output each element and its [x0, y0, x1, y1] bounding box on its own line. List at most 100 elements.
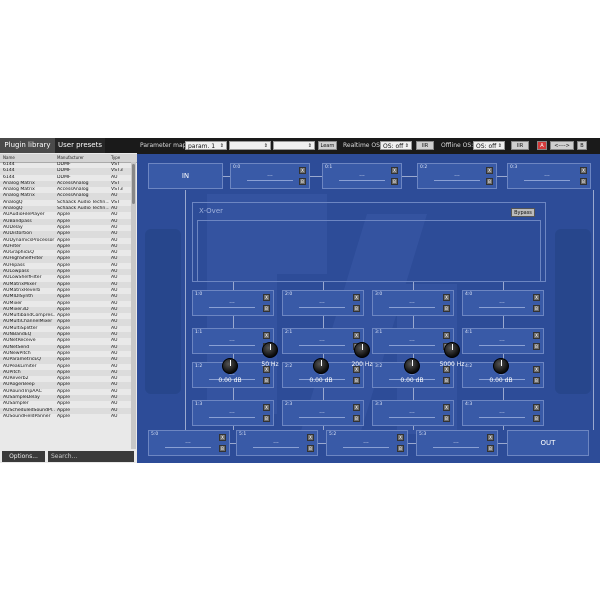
preset-a-button[interactable]: A: [537, 141, 547, 150]
plugin-list-scrollbar[interactable]: [131, 162, 136, 449]
column-name[interactable]: Name: [3, 155, 15, 160]
bypass-slot-button[interactable]: B: [487, 445, 494, 452]
bypass-slot-button[interactable]: B: [443, 377, 450, 384]
slot-0-2[interactable]: 0:2 --- X B: [417, 163, 497, 189]
tab-plugin-library[interactable]: Plugin library: [0, 138, 55, 153]
bypass-slot-button[interactable]: B: [353, 305, 360, 312]
remove-slot-button[interactable]: X: [443, 404, 450, 411]
column-manufacturer[interactable]: Manufacturer: [57, 155, 84, 160]
slot-5-0[interactable]: 5:0 --- X B: [148, 430, 230, 456]
realtime-iir-button[interactable]: IIR: [416, 141, 434, 150]
input-slot[interactable]: IN: [148, 163, 223, 189]
swap-ab-button[interactable]: <---->: [550, 141, 574, 150]
chevron-updown-icon: ⇕: [497, 143, 502, 149]
tab-user-presets[interactable]: User presets: [55, 138, 105, 153]
slot-5-3[interactable]: 5:3 --- X B: [416, 430, 498, 456]
slot-5-2[interactable]: 5:2 --- X B: [326, 430, 408, 456]
bypass-button[interactable]: Bypass: [511, 208, 535, 217]
gain-knob-1[interactable]: [222, 358, 238, 374]
bypass-slot-button[interactable]: B: [353, 415, 360, 422]
remove-slot-button[interactable]: X: [533, 294, 540, 301]
slot-label: 3:0: [375, 292, 383, 297]
remove-slot-button[interactable]: X: [580, 167, 587, 174]
gain-knob-2[interactable]: [313, 358, 329, 374]
list-item[interactable]: AUSoundFieldPanner Apple AU: [0, 414, 131, 420]
bypass-slot-button[interactable]: B: [353, 377, 360, 384]
remove-slot-button[interactable]: X: [533, 332, 540, 339]
gain-knob-3[interactable]: [404, 358, 420, 374]
bypass-slot-button[interactable]: B: [299, 178, 306, 185]
remove-slot-button[interactable]: X: [487, 434, 494, 441]
remove-slot-button[interactable]: X: [219, 434, 226, 441]
remove-slot-button[interactable]: X: [443, 294, 450, 301]
slot-3-3[interactable]: 3:3 --- X B: [372, 400, 454, 426]
slot-label: 0:3: [510, 165, 518, 170]
slot-1-0[interactable]: 1:0 --- X B: [192, 290, 274, 316]
bypass-slot-button[interactable]: B: [397, 445, 404, 452]
bypass-slot-button[interactable]: B: [533, 415, 540, 422]
frequency-knob-2[interactable]: [354, 342, 370, 358]
remove-slot-button[interactable]: X: [307, 434, 314, 441]
bypass-slot-button[interactable]: B: [443, 415, 450, 422]
bypass-slot-button[interactable]: B: [263, 305, 270, 312]
slot-2-1[interactable]: 2:1---XB: [282, 328, 364, 354]
remove-slot-button[interactable]: X: [443, 332, 450, 339]
remove-slot-button[interactable]: X: [299, 167, 306, 174]
bypass-slot-button[interactable]: B: [219, 445, 226, 452]
parameter-select-3[interactable]: ⇕: [273, 141, 315, 150]
column-type[interactable]: Type: [111, 155, 120, 160]
remove-slot-button[interactable]: X: [263, 332, 270, 339]
scrollbar-thumb[interactable]: [132, 164, 135, 204]
remove-slot-button[interactable]: X: [353, 294, 360, 301]
slot-empty-text: ---: [434, 173, 480, 181]
remove-slot-button[interactable]: X: [263, 404, 270, 411]
search-input[interactable]: Search...: [48, 451, 134, 462]
bypass-slot-button[interactable]: B: [533, 377, 540, 384]
learn-button[interactable]: Learn: [318, 141, 337, 150]
slot-label: 0:2: [420, 165, 428, 170]
slot-4-0[interactable]: 4:0 --- X B: [462, 290, 544, 316]
remove-slot-button[interactable]: X: [533, 366, 540, 373]
slot-2-3[interactable]: 2:3 --- X B: [282, 400, 364, 426]
remove-slot-button[interactable]: X: [353, 332, 360, 339]
slot-4-1[interactable]: 4:1 --- X B: [462, 328, 544, 354]
bypass-slot-button[interactable]: B: [533, 343, 540, 350]
parameter-map-select[interactable]: param. 1 ⇕: [185, 141, 227, 150]
parameter-select-2[interactable]: ⇕: [229, 141, 271, 150]
slot-0-3[interactable]: 0:3 --- X B: [507, 163, 591, 189]
options-button[interactable]: Options...: [2, 451, 45, 462]
bypass-slot-button[interactable]: B: [391, 178, 398, 185]
frequency-knob-1[interactable]: [262, 342, 278, 358]
bypass-slot-button[interactable]: B: [486, 178, 493, 185]
slot-4-3[interactable]: 4:3 --- X B: [462, 400, 544, 426]
slot-3-1[interactable]: 3:1---XB: [372, 328, 454, 354]
remove-slot-button[interactable]: X: [533, 404, 540, 411]
slot-2-0[interactable]: 2:0 --- X B: [282, 290, 364, 316]
slot-3-0[interactable]: 3:0 --- X B: [372, 290, 454, 316]
slot-empty-text: ---: [389, 338, 435, 346]
remove-slot-button[interactable]: X: [397, 434, 404, 441]
frequency-knob-3[interactable]: [444, 342, 460, 358]
bypass-slot-button[interactable]: B: [580, 178, 587, 185]
offline-os-select[interactable]: OS: off ⇕: [473, 141, 505, 150]
output-slot[interactable]: OUT: [507, 430, 589, 456]
bypass-slot-button[interactable]: B: [533, 305, 540, 312]
bypass-slot-button[interactable]: B: [263, 415, 270, 422]
slot-1-3[interactable]: 1:3 --- X B: [192, 400, 274, 426]
preset-b-button[interactable]: B: [577, 141, 587, 150]
slot-label: 1:3: [195, 402, 203, 407]
remove-slot-button[interactable]: X: [391, 167, 398, 174]
slot-5-1[interactable]: 5:1 --- X B: [236, 430, 318, 456]
offline-iir-button[interactable]: IIR: [511, 141, 529, 150]
remove-slot-button[interactable]: X: [486, 167, 493, 174]
bypass-slot-button[interactable]: B: [307, 445, 314, 452]
slot-0-1[interactable]: 0:1 --- X B: [322, 163, 402, 189]
realtime-os-select[interactable]: OS: off ⇕: [380, 141, 412, 150]
bypass-slot-button[interactable]: B: [263, 377, 270, 384]
bypass-slot-button[interactable]: B: [443, 305, 450, 312]
remove-slot-button[interactable]: X: [263, 294, 270, 301]
gain-knob-4[interactable]: [493, 358, 509, 374]
slot-0-0[interactable]: 0:0 --- X B: [230, 163, 310, 189]
remove-slot-button[interactable]: X: [353, 404, 360, 411]
plugin-host-window: Plugin library User presets Name Manufac…: [0, 138, 600, 463]
